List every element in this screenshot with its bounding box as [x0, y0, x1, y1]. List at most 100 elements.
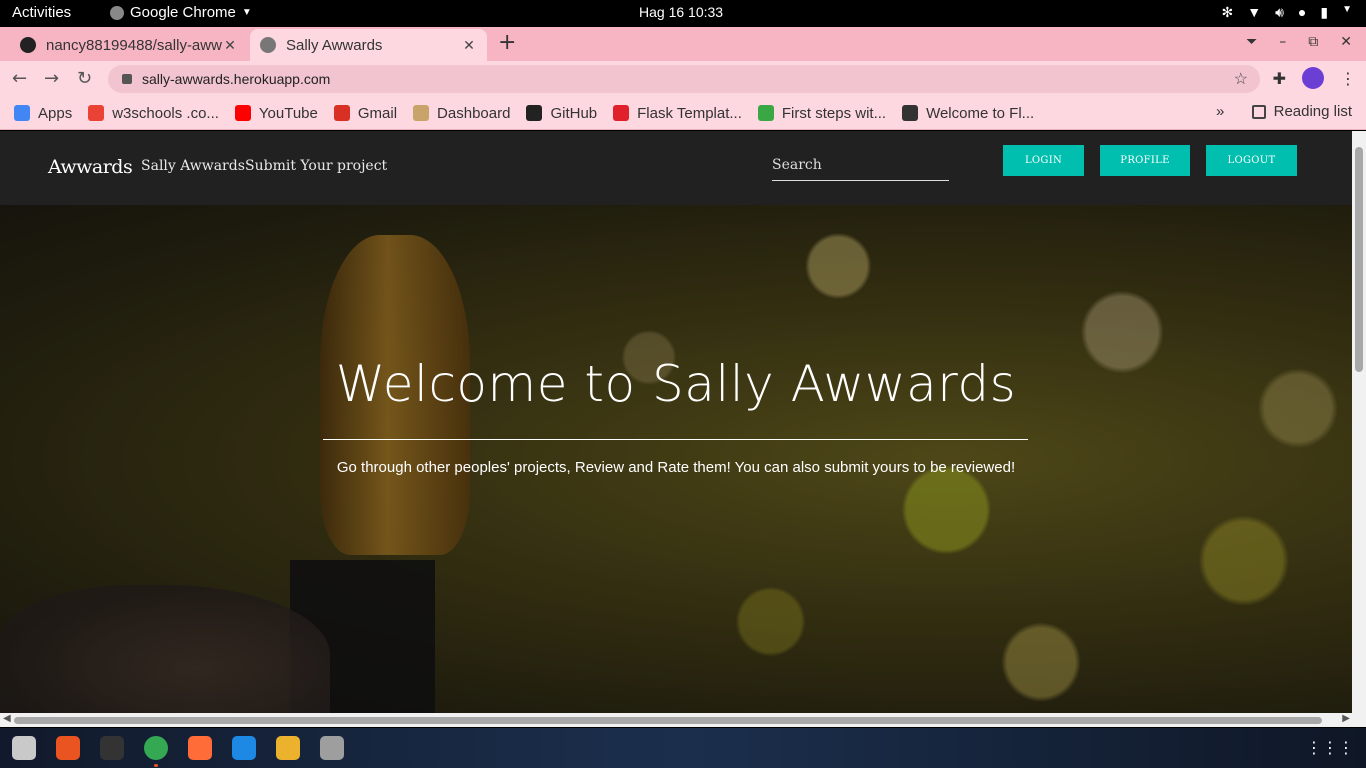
- bookmark-item[interactable]: Dashboard: [413, 105, 510, 122]
- minimize-icon[interactable]: –: [1279, 34, 1286, 50]
- slack-tray-icon[interactable]: ✻: [1221, 4, 1233, 21]
- close-window-icon[interactable]: ✕: [1340, 34, 1352, 50]
- bookmark-star-icon[interactable]: ☆: [1234, 69, 1248, 89]
- bookmark-label: Gmail: [357, 104, 398, 122]
- scroll-left-arrow-icon[interactable]: ◀: [3, 713, 11, 724]
- forward-icon[interactable]: →: [44, 68, 59, 89]
- activities-button[interactable]: Activities: [12, 4, 71, 21]
- site-brand[interactable]: Awwards: [48, 156, 133, 178]
- page-viewport: Awwards Sally Awwards Submit Your projec…: [0, 131, 1366, 713]
- bookmark-label: Apps: [38, 104, 73, 122]
- vertical-scrollbar-thumb[interactable]: [1355, 147, 1363, 372]
- logout-button[interactable]: LOGOUT: [1206, 145, 1297, 176]
- bookmark-label: YouTube: [258, 104, 318, 122]
- gmail-icon: [333, 105, 350, 121]
- microphone-icon[interactable]: ●: [1298, 4, 1306, 21]
- lock-icon[interactable]: [122, 74, 132, 84]
- reload-icon[interactable]: ↻: [77, 68, 92, 89]
- profile-button[interactable]: PROFILE: [1100, 145, 1190, 176]
- bookmark-item[interactable]: Apps: [14, 105, 72, 122]
- bookmark-label: GitHub: [550, 104, 598, 122]
- chrome-menu-icon[interactable]: ⋮: [1340, 69, 1356, 88]
- tab-search-icon[interactable]: ⏷: [1246, 34, 1257, 50]
- first-steps-icon: [757, 105, 774, 121]
- google-icon: [88, 105, 105, 121]
- bookmark-item[interactable]: First steps wit...: [757, 104, 887, 122]
- horizontal-scrollbar[interactable]: ◀ ▶: [0, 713, 1366, 727]
- system-top-bar: Activities Google Chrome ▼ Hag 16 10:33 …: [0, 0, 1366, 27]
- window-controls: ⏷ – ⧉ ✕: [1246, 34, 1352, 50]
- system-menu-caret-icon[interactable]: ▼: [1342, 4, 1352, 21]
- hero-divider: [323, 439, 1028, 440]
- search-input[interactable]: [772, 149, 949, 181]
- show-applications-icon[interactable]: ⋮⋮⋮: [1306, 738, 1354, 757]
- bookmark-label: Flask Templat...: [637, 104, 742, 122]
- vertical-scrollbar[interactable]: [1352, 131, 1366, 713]
- welcome-icon: [902, 105, 919, 121]
- app-menu[interactable]: Google Chrome ▼: [110, 4, 252, 21]
- bookmark-item[interactable]: GitHub: [526, 105, 597, 122]
- software-center-icon[interactable]: [56, 736, 80, 760]
- extensions-puzzle-icon[interactable]: ✚: [1273, 69, 1286, 88]
- login-button[interactable]: LOGIN: [1003, 145, 1084, 176]
- apps-grid-icon: [14, 105, 30, 121]
- tab-github[interactable]: nancy88199488/sally-aww ✕: [10, 29, 248, 61]
- battery-icon[interactable]: ▮: [1320, 4, 1328, 21]
- horizontal-scrollbar-thumb[interactable]: [14, 717, 1322, 724]
- settings-icon[interactable]: [320, 736, 344, 760]
- wifi-icon[interactable]: ▼: [1247, 4, 1261, 21]
- restore-icon[interactable]: ⧉: [1308, 34, 1318, 50]
- github-icon: [526, 105, 543, 121]
- hero-subtitle: Go through other peoples' projects, Revi…: [336, 459, 1016, 476]
- address-bar[interactable]: sally-awwards.herokuapp.com ☆: [108, 65, 1260, 93]
- scroll-right-arrow-icon[interactable]: ▶: [1342, 713, 1350, 724]
- reading-list-icon: [1251, 104, 1266, 119]
- dashboard-icon: [413, 105, 430, 121]
- chrome-icon: [110, 5, 124, 20]
- bookmark-item[interactable]: w3schools .co...: [88, 105, 219, 122]
- bookmark-item[interactable]: Gmail: [333, 104, 398, 122]
- back-icon[interactable]: ←: [12, 68, 27, 89]
- caret-down-icon: ▼: [241, 7, 252, 18]
- site-navbar: Awwards Sally Awwards Submit Your projec…: [0, 131, 1352, 205]
- close-icon[interactable]: ✕: [222, 37, 238, 54]
- chrome-icon[interactable]: [144, 736, 168, 767]
- bookmark-item[interactable]: YouTube: [234, 104, 318, 122]
- bookmark-label: Dashboard: [437, 104, 511, 122]
- toolbar: ← → ↻ sally-awwards.herokuapp.com ☆ ✚ ⋮: [0, 61, 1366, 97]
- hero-section: Welcome to Sally Awwards Go through othe…: [0, 205, 1352, 713]
- tab-strip: nancy88199488/sally-aww ✕ Sally Awwards …: [0, 27, 1366, 61]
- hero-title: Welcome to Sally Awwards: [335, 355, 1017, 413]
- tab-title: Sally Awwards: [286, 36, 383, 54]
- tab-title: nancy88199488/sally-aww: [46, 36, 222, 54]
- volume-icon[interactable]: 🔊︎: [1275, 4, 1284, 21]
- reading-list-button[interactable]: Reading list: [1251, 103, 1352, 120]
- nav-link-sally-awwards[interactable]: Sally Awwards: [141, 158, 245, 174]
- bookmark-label: Welcome to Fl...: [926, 104, 1035, 122]
- bookmark-item[interactable]: Flask Templat...: [613, 105, 742, 122]
- files-icon[interactable]: [12, 736, 36, 760]
- system-tray[interactable]: ✻ ▼ 🔊︎ ● ▮ ▼: [1221, 4, 1352, 21]
- ubuntu-dock: ⋮⋮⋮: [0, 728, 1366, 768]
- bookmark-label: w3schools .co...: [112, 104, 219, 122]
- url-text[interactable]: sally-awwards.herokuapp.com: [142, 71, 330, 87]
- clock[interactable]: Hag 16 10:33: [639, 4, 723, 20]
- postman-icon[interactable]: [188, 736, 212, 760]
- close-icon[interactable]: ✕: [461, 37, 477, 54]
- slack-icon[interactable]: [276, 736, 300, 760]
- tab-sally-awwards[interactable]: Sally Awwards ✕: [250, 29, 487, 61]
- bookmark-label: First steps wit...: [781, 104, 887, 122]
- profile-avatar[interactable]: [1302, 67, 1324, 89]
- app-menu-label: Google Chrome: [130, 4, 236, 21]
- new-tab-button[interactable]: +: [498, 30, 516, 55]
- nav-link-submit-project[interactable]: Submit Your project: [245, 158, 387, 174]
- more-bookmarks-icon[interactable]: »: [1216, 103, 1224, 120]
- flask-icon: [613, 105, 630, 121]
- terminal-icon[interactable]: [100, 736, 124, 760]
- extension-area: ✚ ⋮: [1273, 67, 1356, 89]
- reading-list-label: Reading list: [1273, 103, 1352, 120]
- bookmark-item[interactable]: Welcome to Fl...: [902, 105, 1034, 122]
- youtube-icon: [234, 105, 251, 121]
- bookmarks-bar: Apps w3schools .co... YouTube Gmail Dashboar…: [0, 97, 1366, 130]
- vscode-icon[interactable]: [232, 736, 256, 760]
